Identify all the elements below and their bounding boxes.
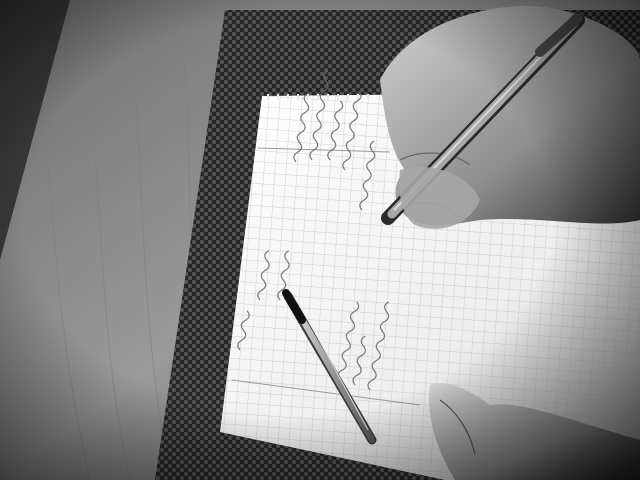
photo-scene <box>0 0 640 480</box>
vignette-overlay <box>0 0 640 480</box>
photo-canvas <box>0 0 640 480</box>
